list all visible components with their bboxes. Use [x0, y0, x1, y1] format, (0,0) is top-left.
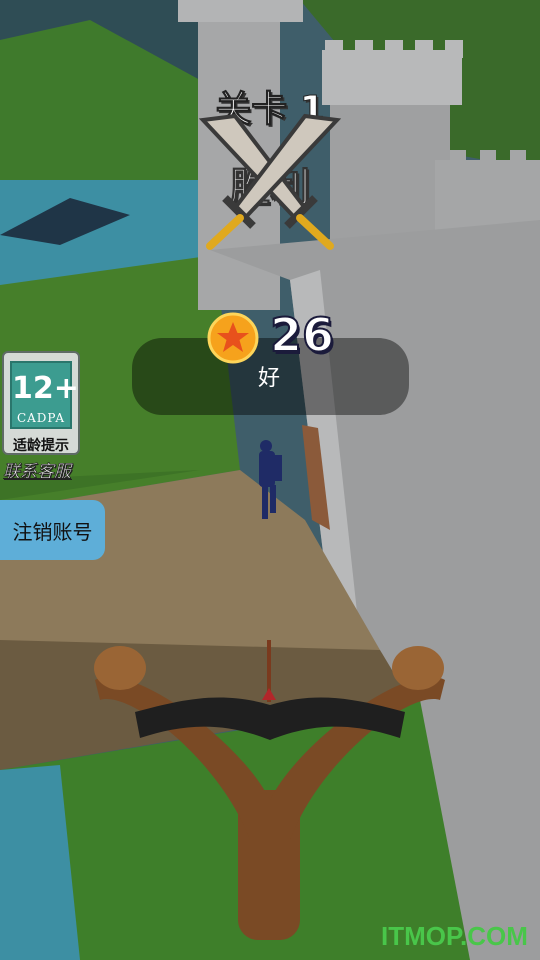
- contact-support-link[interactable]: 联系客服: [3, 457, 72, 483]
- logout-account-button[interactable]: 注销账号: [0, 500, 105, 560]
- age-rating-number: 12+: [12, 371, 79, 406]
- age-rating-panel: 12+ CADPA: [10, 361, 79, 429]
- score-value: 26: [269, 307, 335, 363]
- crossed-swords-icon: [198, 113, 342, 250]
- watermark: ITMOP.COM: [381, 921, 528, 951]
- age-rating-org: CADPA: [16, 411, 66, 425]
- age-rating-badge[interactable]: 12+ CADPA 适龄提示: [2, 351, 80, 455]
- rating-text: 好: [258, 366, 281, 391]
- star-coin-icon: [207, 312, 259, 364]
- age-rating-label: 适龄提示: [13, 438, 69, 454]
